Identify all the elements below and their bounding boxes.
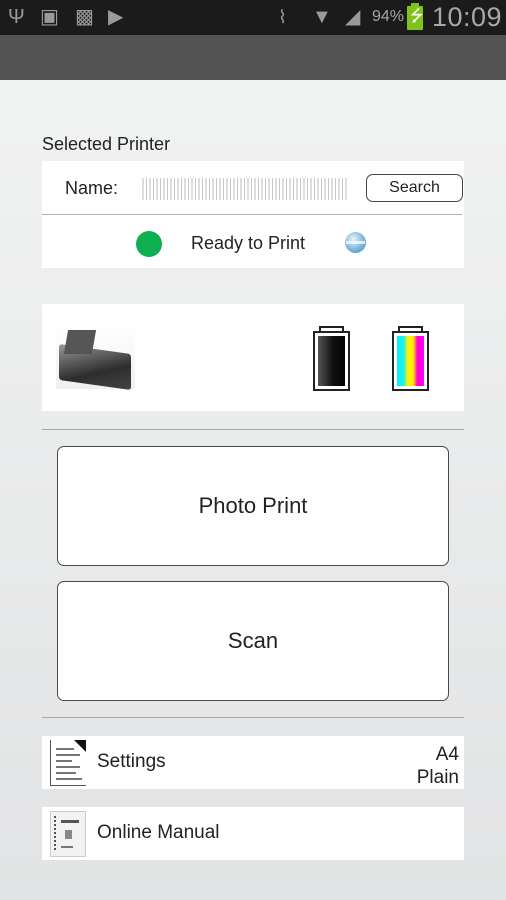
divider [42, 717, 464, 718]
printer-name-label: Name: [65, 178, 119, 198]
settings-summary: A4 Plain [417, 743, 459, 789]
printer-status-text: Ready to Print [191, 233, 306, 253]
main-content: Selected Printer Name: Search Ready to P… [0, 80, 506, 900]
online-manual-label: Online Manual [97, 822, 220, 843]
play-store-icon: ▶ [108, 6, 124, 28]
photo-print-button[interactable]: Photo Print [57, 446, 449, 566]
scan-button[interactable]: Scan [57, 581, 449, 701]
divider [42, 429, 464, 430]
manual-book-icon [50, 811, 86, 857]
color-ink-level [397, 336, 424, 386]
paper-type-value: Plain [416, 767, 459, 788]
selected-printer-heading: Selected Printer [42, 134, 171, 154]
action-bar [0, 35, 506, 80]
online-manual-row[interactable]: Online Manual [42, 807, 464, 860]
printer-name-value-redacted [142, 178, 347, 200]
wifi-icon: ▼ [312, 6, 332, 28]
network-globe-icon [345, 232, 366, 253]
status-indicator-icon [136, 231, 162, 257]
color-ink-cartridge-icon [392, 326, 429, 391]
sim-card-icon: ▩ [75, 6, 94, 28]
paper-size-value: A4 [435, 744, 459, 765]
image-icon: ▣ [40, 6, 59, 28]
black-ink-level [318, 336, 345, 386]
charging-bolt-icon: ⭍ [410, 8, 424, 25]
printer-image [56, 327, 135, 391]
status-bar: Ψ ▣ ▩ ▶ ⌇ ▼ ◢ 94% ⭍ 10:09 [0, 0, 506, 35]
ink-level-panel [42, 304, 464, 411]
battery-icon: ⭍ [407, 3, 424, 30]
panel-divider [42, 214, 462, 215]
signal-icon: ◢ [345, 6, 361, 28]
search-button[interactable]: Search [366, 174, 463, 202]
settings-label: Settings [97, 751, 166, 772]
black-ink-cartridge-icon [313, 326, 350, 391]
usb-icon: Ψ [8, 6, 25, 28]
battery-percent: 94% [372, 8, 405, 25]
settings-row[interactable]: Settings A4 Plain [42, 736, 464, 789]
settings-document-icon [50, 740, 86, 786]
printer-info-panel: Name: Search Ready to Print [42, 161, 464, 268]
vibrate-mute-icon: ⌇ [278, 7, 287, 27]
clock: 10:09 [432, 2, 503, 32]
